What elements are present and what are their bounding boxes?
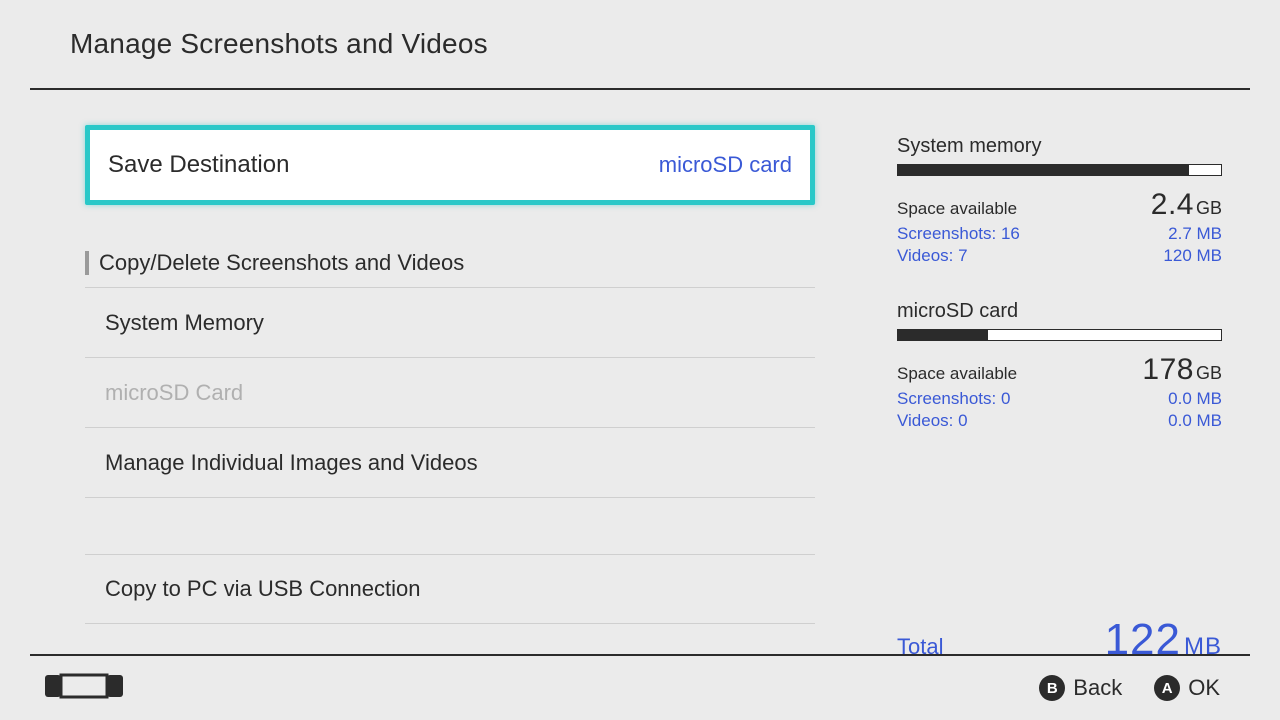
b-button-icon: B (1039, 675, 1065, 701)
storage-system-videos: Videos: 7 120 MB (897, 246, 1222, 266)
ok-label: OK (1188, 675, 1220, 701)
menu-microsd-card: microSD Card (85, 358, 815, 428)
storage-column: System memory Space available 2.4GB Scre… (897, 135, 1222, 465)
storage-system-screenshots: Screenshots: 16 2.7 MB (897, 224, 1222, 244)
save-destination-row[interactable]: Save Destination microSD card (85, 125, 815, 205)
section-bar-icon (85, 251, 89, 275)
back-label: Back (1073, 675, 1122, 701)
storage-system-title: System memory (897, 135, 1222, 158)
storage-system-block: System memory Space available 2.4GB Scre… (897, 135, 1222, 266)
storage-microsd-block: microSD card Space available 178GB Scree… (897, 300, 1222, 431)
section-heading: Copy/Delete Screenshots and Videos (85, 243, 815, 283)
storage-system-available: Space available 2.4GB (897, 188, 1222, 222)
menu-list: System Memory microSD Card Manage Indivi… (85, 287, 815, 624)
storage-microsd-title: microSD card (897, 300, 1222, 323)
menu-copy-to-pc[interactable]: Copy to PC via USB Connection (85, 554, 815, 624)
storage-microsd-bar (897, 329, 1222, 341)
menu-item-label: Manage Individual Images and Videos (105, 450, 478, 476)
footer: B Back A OK (30, 654, 1250, 720)
menu-spacer (85, 498, 815, 554)
menu-item-label: Copy to PC via USB Connection (105, 576, 421, 602)
save-destination-label: Save Destination (108, 151, 289, 179)
content-area: Save Destination microSD card Copy/Delet… (30, 90, 1250, 654)
section-heading-label: Copy/Delete Screenshots and Videos (99, 250, 464, 276)
header: Manage Screenshots and Videos (30, 0, 1250, 90)
save-destination-value: microSD card (659, 152, 792, 178)
available-value: 2.4GB (1151, 188, 1222, 222)
menu-column: Save Destination microSD card Copy/Delet… (85, 125, 815, 624)
storage-microsd-screenshots: Screenshots: 0 0.0 MB (897, 389, 1222, 409)
available-label: Space available (897, 199, 1017, 219)
a-button-icon: A (1154, 675, 1180, 701)
available-label: Space available (897, 364, 1017, 384)
storage-microsd-bar-fill (898, 330, 988, 340)
storage-microsd-available: Space available 178GB (897, 353, 1222, 387)
storage-system-bar-fill (898, 165, 1189, 175)
storage-microsd-videos: Videos: 0 0.0 MB (897, 411, 1222, 431)
available-value: 178GB (1142, 353, 1222, 387)
controller-icon (45, 671, 123, 706)
menu-item-label: microSD Card (105, 380, 243, 406)
storage-system-bar (897, 164, 1222, 176)
back-action[interactable]: B Back (1039, 675, 1122, 701)
menu-item-label: System Memory (105, 310, 264, 336)
footer-actions: B Back A OK (1039, 675, 1220, 701)
menu-system-memory[interactable]: System Memory (85, 288, 815, 358)
page-title: Manage Screenshots and Videos (70, 28, 488, 60)
menu-manage-individual[interactable]: Manage Individual Images and Videos (85, 428, 815, 498)
ok-action[interactable]: A OK (1154, 675, 1220, 701)
